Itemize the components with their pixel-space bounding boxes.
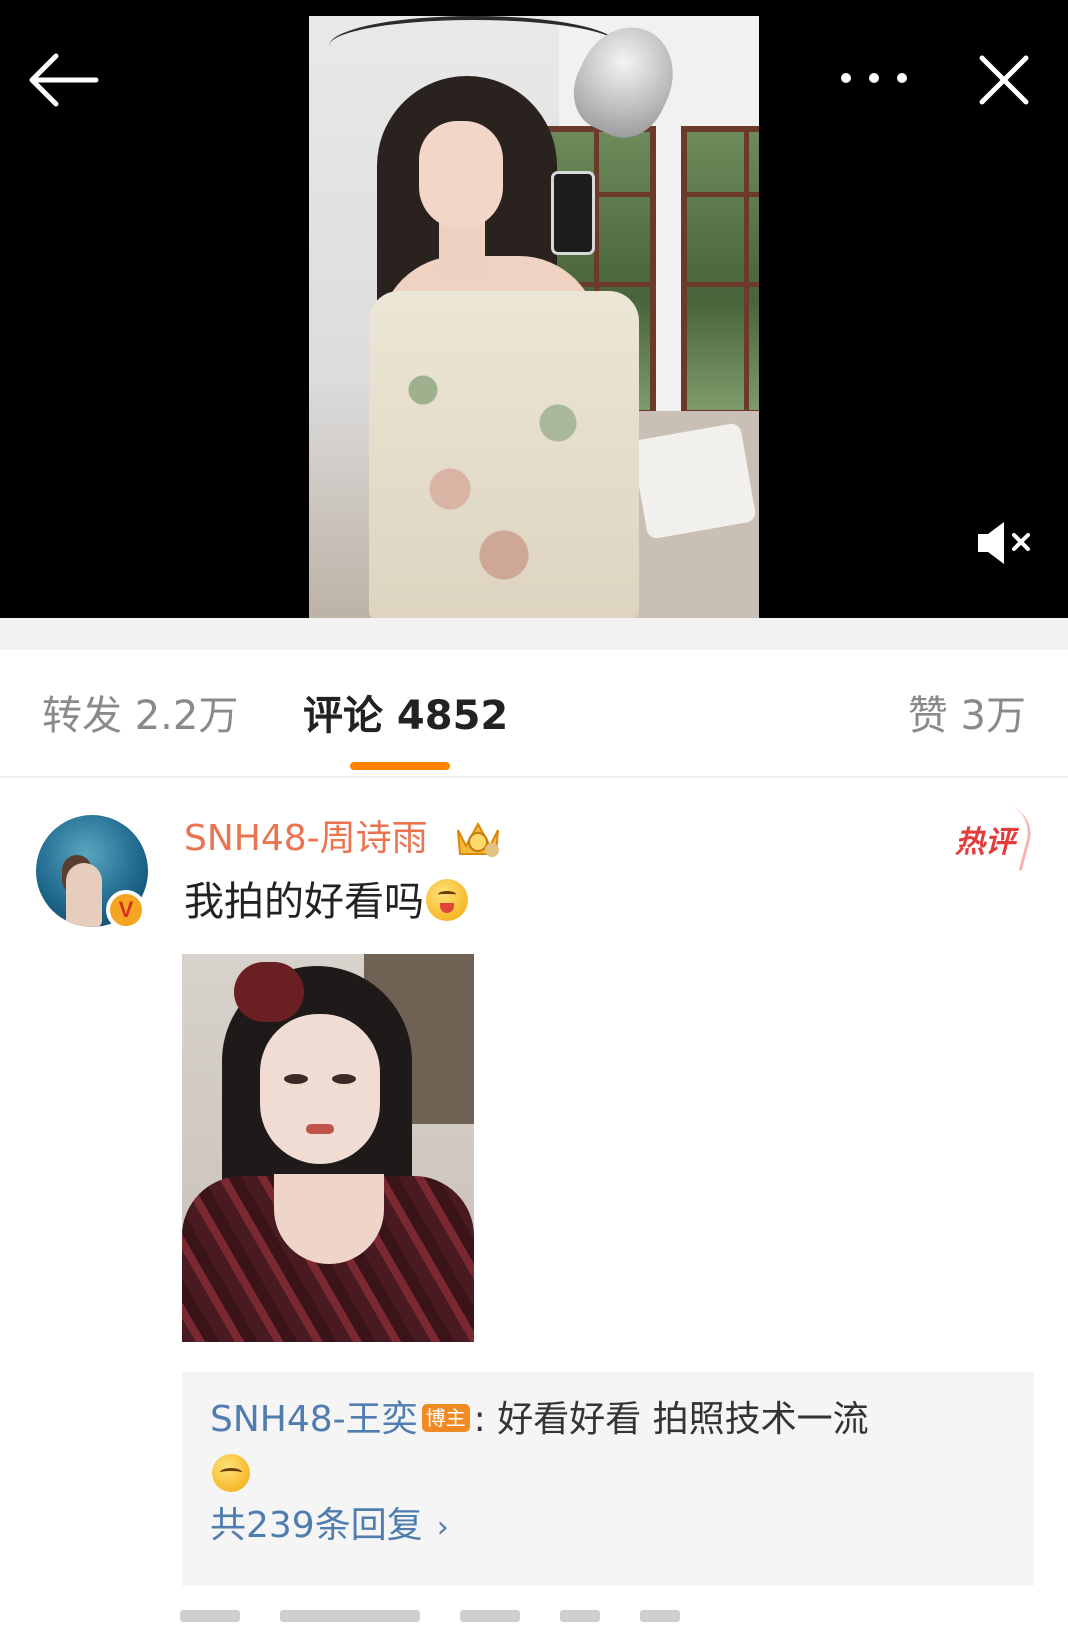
hot-comment-badge: 热评 [946,805,1038,871]
volume-muted-icon[interactable] [974,518,1036,568]
verified-badge-icon: V [106,890,146,930]
reply-preview[interactable]: SNH48-王奕 博主: 好看好看 拍照技术一流 共239条回复 › [182,1372,1034,1586]
smile-emoji-icon [212,1454,250,1492]
tab-likes[interactable]: 赞 3万 [908,690,1026,742]
photo-dress [369,291,639,618]
photo-pillow [631,422,757,540]
author-tag: 博主 [421,1404,470,1432]
photo-window-right [681,126,759,416]
active-tab-indicator [350,762,450,770]
reply-username[interactable]: SNH48-王奕 [210,1399,418,1440]
tongue-emoji-icon [426,879,468,921]
arrow-left-icon[interactable] [26,52,100,108]
comment-username[interactable]: SNH48-周诗雨 [184,816,428,862]
post-photo[interactable] [309,16,759,618]
tab-repost[interactable]: 转发 2.2万 [42,690,238,742]
chevron-right-icon: › [436,1510,449,1545]
comment-text: 我拍的好看吗 [184,874,468,930]
comment-image[interactable] [182,954,474,1342]
photo-phone [551,171,595,255]
comment-item: V SNH48-周诗雨 热评 我拍的好看吗 SNH48-王奕 博主: 好看好看 拍… [0,778,1068,1629]
reply-text: : 好看好看 拍照技术一流 [473,1399,869,1440]
view-replies-link[interactable]: 共239条回复 › [210,1502,449,1552]
comment-actions-peek [180,1610,1040,1629]
more-dots-icon[interactable] [836,58,912,98]
section-separator [0,618,1068,650]
close-icon[interactable] [978,54,1030,106]
reply-line: SNH48-王奕 博主: 好看好看 拍照技术一流 [210,1396,869,1444]
photo-face [419,121,503,229]
tab-bar: 转发 2.2万 评论 4852 赞 3万 [0,650,1068,778]
tab-comments[interactable]: 评论 4852 [303,690,508,742]
crown-icon [452,812,504,862]
video-player[interactable] [0,0,1068,618]
photo-lamp-arm [329,16,619,76]
